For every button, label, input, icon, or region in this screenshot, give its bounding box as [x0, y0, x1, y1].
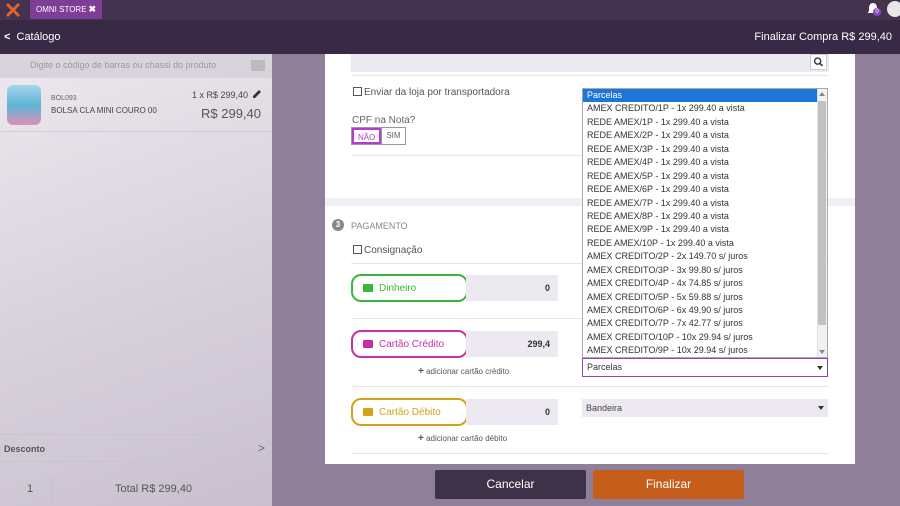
installments-select[interactable]: Parcelas: [582, 358, 828, 377]
credit-amount-input[interactable]: 299,4: [466, 331, 558, 357]
product-thumbnail: [7, 85, 41, 125]
installment-option[interactable]: REDE AMEX/10P - 1x 299.40 a vista: [583, 237, 827, 250]
top-bar: OMNI STORE ✖ 0: [0, 0, 900, 20]
omni-logo-icon[interactable]: [5, 2, 21, 18]
barcode-search-input[interactable]: Digite o código de barras ou chassi do p…: [30, 60, 216, 70]
scan-icon[interactable]: [251, 60, 265, 71]
installment-option[interactable]: AMEX CREDITO/7P - 7x 42.77 s/ juros: [583, 317, 827, 330]
installment-option[interactable]: AMEX CREDITO/3P - 3x 99.80 s/ juros: [583, 264, 827, 277]
cart-total: Total R$ 299,40: [115, 483, 193, 495]
cart-footer: 1 Total R$ 299,40: [0, 474, 272, 506]
caret-down-icon: [818, 406, 824, 410]
add-credit-card-link[interactable]: + adicionar cartão crédito: [418, 366, 509, 377]
add-debit-card-label: adicionar cartão débito: [426, 434, 508, 443]
dropdown-scrollbar[interactable]: [817, 89, 827, 357]
notification-badge: 0: [873, 8, 881, 16]
installment-option[interactable]: REDE AMEX/4P - 1x 299.40 a vista: [583, 156, 827, 169]
installment-option[interactable]: AMEX CREDITO/9P - 10x 29.94 s/ juros: [583, 344, 827, 357]
installment-option[interactable]: Parcelas: [583, 89, 827, 103]
installments-select-value: Parcelas: [587, 362, 623, 372]
credit-card-button[interactable]: Cartão Crédito: [351, 330, 468, 358]
cpf-toggle[interactable]: NÃO SIM: [351, 127, 406, 145]
discount-label: Desconto: [4, 444, 46, 454]
cash-amount-input[interactable]: 0: [466, 275, 558, 301]
scroll-up-icon[interactable]: [819, 92, 825, 96]
back-to-catalog-link[interactable]: < Catálogo: [4, 31, 61, 43]
divider: [351, 75, 829, 76]
caret-down-icon: [817, 366, 823, 370]
barcode-search[interactable]: Digite o código de barras ou chassi do p…: [0, 54, 272, 78]
chevron-right-icon: >: [258, 441, 266, 455]
brand-select[interactable]: Bandeira: [582, 399, 828, 417]
credit-card-icon: [363, 340, 373, 348]
finalize-purchase-summary: Finalizar Compra R$ 299,40: [754, 31, 892, 43]
installment-option[interactable]: AMEX CREDITO/5P - 5x 59.88 s/ juros: [583, 291, 827, 304]
installment-option[interactable]: AMEX CREDITO/10P - 10x 29.94 s/ juros: [583, 331, 827, 344]
consignment-checkbox[interactable]: [353, 245, 362, 254]
footer-divider: [51, 477, 52, 501]
plus-icon: +: [418, 366, 424, 377]
divider: [351, 453, 829, 454]
add-credit-card-label: adicionar cartão crédito: [426, 367, 510, 376]
brand-select-value: Bandeira: [586, 403, 623, 413]
ship-by-carrier-label: Enviar da loja por transportadora: [364, 87, 510, 98]
header-bar: < Catálogo Finalizar Compra R$ 299,40: [0, 20, 900, 54]
add-debit-card-link[interactable]: + adicionar cartão débito: [418, 433, 507, 444]
tab-omni-store[interactable]: OMNI STORE ✖: [30, 0, 102, 19]
installments-dropdown-list[interactable]: Parcelas AMEX CREDITO/1P - 1x 299.40 a vi…: [582, 88, 828, 358]
pencil-icon[interactable]: [252, 89, 262, 99]
debit-card-icon: [363, 408, 373, 416]
installment-option[interactable]: AMEX CREDITO/1P - 1x 299.40 a vista: [583, 102, 827, 115]
debit-amount-input[interactable]: 0: [466, 399, 558, 425]
ship-by-carrier-option[interactable]: Enviar da loja por transportadora: [353, 87, 510, 98]
installment-option[interactable]: REDE AMEX/9P - 1x 299.40 a vista: [583, 223, 827, 236]
installment-option[interactable]: REDE AMEX/5P - 1x 299.40 a vista: [583, 170, 827, 183]
close-icon[interactable]: ✖: [88, 0, 96, 19]
installment-option[interactable]: REDE AMEX/6P - 1x 299.40 a vista: [583, 183, 827, 196]
consignment-label: Consignação: [364, 245, 423, 256]
consignment-option[interactable]: Consignação: [353, 245, 422, 256]
cpf-yes-button[interactable]: SIM: [381, 128, 404, 144]
installments-options: Parcelas AMEX CREDITO/1P - 1x 299.40 a vi…: [583, 89, 827, 357]
product-sku: BOL093: [51, 95, 77, 102]
cancel-button[interactable]: Cancelar: [435, 470, 586, 499]
cpf-label: CPF na Nota?: [352, 115, 416, 126]
installment-option[interactable]: AMEX CREDITO/4P - 4x 74.85 s/ juros: [583, 277, 827, 290]
installment-option[interactable]: AMEX CREDITO/2P - 2x 149.70 s/ juros: [583, 250, 827, 263]
user-avatar[interactable]: [887, 1, 900, 17]
cart-item[interactable]: BOL093 BOLSA CLA MINI COURO 00 1 x R$ 29…: [0, 80, 272, 132]
chevron-left-icon: <: [4, 31, 11, 43]
product-name: BOLSA CLA MINI COURO 00: [51, 106, 157, 115]
finalize-button[interactable]: Finalizar: [593, 470, 744, 499]
search-icon[interactable]: [810, 54, 827, 70]
plus-icon: +: [418, 433, 424, 444]
installment-option[interactable]: REDE AMEX/1P - 1x 299.40 a vista: [583, 116, 827, 129]
installment-option[interactable]: AMEX CREDITO/6P - 6x 49.90 s/ juros: [583, 304, 827, 317]
discount-row[interactable]: Desconto >: [0, 434, 272, 462]
product-price: R$ 299,40: [201, 106, 261, 121]
credit-card-label: Cartão Crédito: [379, 339, 445, 350]
step-number: 3: [332, 219, 344, 231]
debit-card-button[interactable]: Cartão Débito: [351, 398, 468, 426]
product-qty-price: 1 x R$ 299,40: [192, 90, 249, 100]
installment-option[interactable]: REDE AMEX/7P - 1x 299.40 a vista: [583, 197, 827, 210]
cash-icon: [363, 284, 373, 292]
installment-option[interactable]: REDE AMEX/3P - 1x 299.40 a vista: [583, 143, 827, 156]
scrollbar-thumb[interactable]: [818, 101, 826, 325]
cash-button[interactable]: Dinheiro: [351, 274, 468, 302]
tab-label: OMNI STORE: [36, 5, 87, 14]
back-label: Catálogo: [16, 31, 61, 43]
installment-option[interactable]: REDE AMEX/8P - 1x 299.40 a vista: [583, 210, 827, 223]
scroll-down-icon[interactable]: [819, 350, 825, 354]
cpf-no-button[interactable]: NÃO: [352, 128, 382, 144]
ship-by-carrier-checkbox[interactable]: [353, 87, 362, 96]
cash-label: Dinheiro: [379, 283, 417, 294]
divider: [351, 386, 829, 387]
debit-card-label: Cartão Débito: [379, 407, 441, 418]
payment-title: PAGAMENTO: [351, 221, 408, 231]
cart-panel: Digite o código de barras ou chassi do p…: [0, 54, 272, 506]
item-count: 1: [27, 483, 34, 495]
address-search-field[interactable]: [351, 54, 829, 72]
installment-option[interactable]: REDE AMEX/2P - 1x 299.40 a vista: [583, 129, 827, 142]
